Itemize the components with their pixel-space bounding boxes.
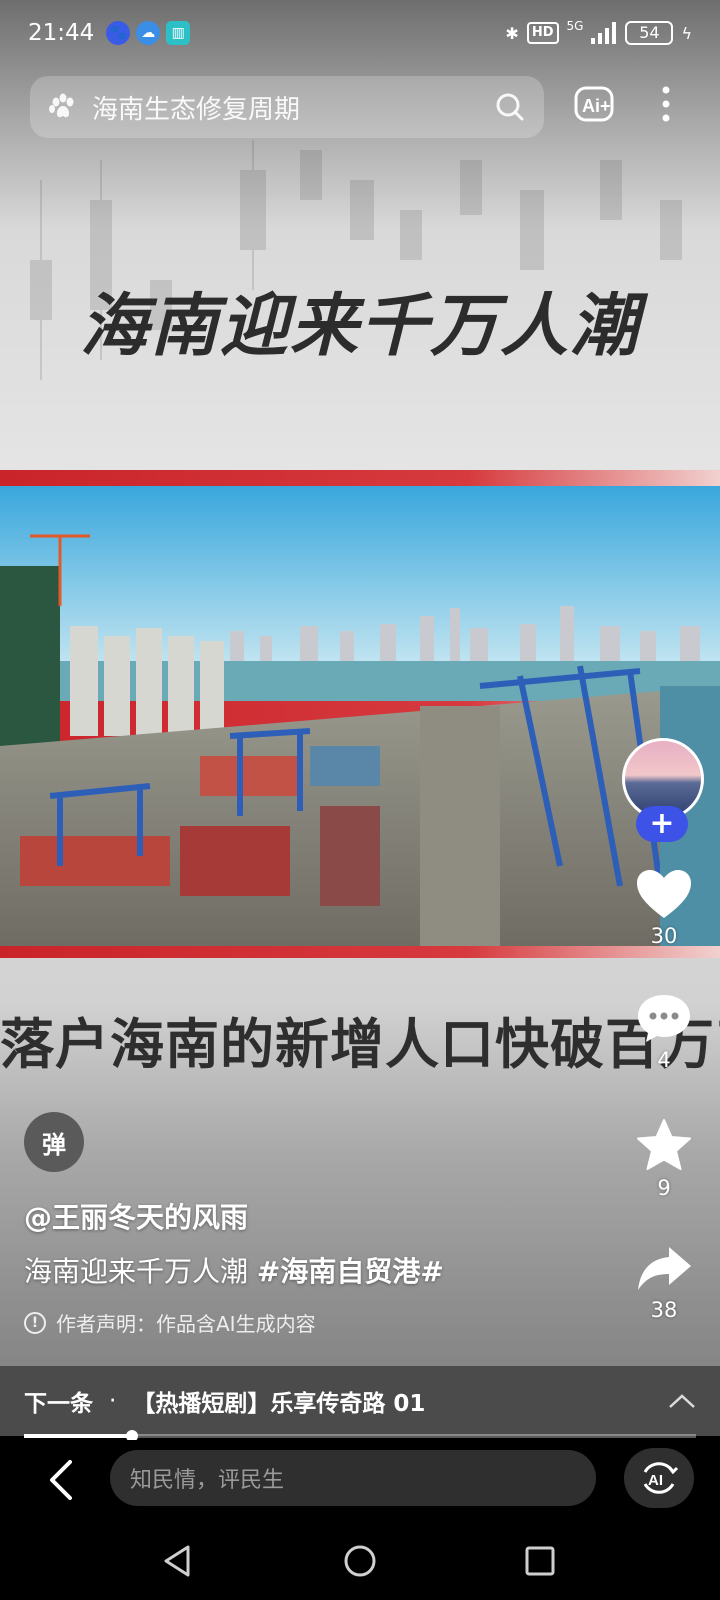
share-icon [638,1247,691,1290]
playback-progress[interactable] [24,1430,696,1442]
ai-assistant-label: AI [648,1472,663,1489]
comment-icon [638,995,690,1042]
back-icon[interactable] [44,1458,76,1502]
network-label: 5G [566,19,584,33]
video-title: 海南迎来千万人潮 [79,287,640,366]
comment-count: 4 [657,1048,671,1072]
ai-assistant-icon: AI [643,1462,679,1494]
star-icon [637,1119,691,1170]
next-title: 【热播短剧】乐享传奇路 01 [132,1391,426,1417]
author-badge[interactable]: 弹 [24,1112,84,1172]
trash-icon: ▥ [166,21,191,45]
notification-icons: 🐾 ☁ ▥ [106,21,191,45]
search-bar[interactable]: 海南生态修复周期 [30,76,544,138]
hd-icon: HD [526,22,559,44]
like-count: 30 [650,924,678,948]
heart-icon [637,870,691,918]
search-query: 海南生态修复周期 [92,94,301,125]
signal-icon [591,22,617,44]
progress-fill [24,1434,132,1438]
video-description: 海南迎来千万人潮 #海南自贸港# [24,1250,444,1290]
notice-text: 作者声明：作品含AI生成内容 [56,1312,316,1336]
next-video-bar[interactable]: 下一条 · 【热播短剧】乐享传奇路 01 [0,1366,720,1436]
favorite-count: 9 [657,1176,671,1200]
follow-button[interactable]: + [636,806,688,842]
baidu-paw-icon: 🐾 [106,21,131,45]
paw-icon [49,93,74,118]
ai-plus-icon[interactable]: Ai+ [574,84,618,124]
system-nav-bar [0,1520,720,1600]
ai-content-notice: ! 作者声明：作品含AI生成内容 [24,1308,316,1337]
bluetooth-icon: ✱ [505,23,519,43]
share-button[interactable]: 38 [626,1244,702,1322]
next-label: 下一条 [24,1391,93,1417]
like-button[interactable]: 30 [626,868,702,948]
comment-placeholder: 知民情，评民生 [130,1468,285,1493]
favorite-button[interactable]: 9 [626,1118,702,1200]
more-icon[interactable] [658,84,674,124]
info-icon: ! [24,1311,46,1334]
chevron-up-icon[interactable] [668,1393,696,1409]
description-text: 海南迎来千万人潮 [24,1255,257,1288]
battery-indicator: 54 [625,21,674,45]
search-icon[interactable] [494,91,526,123]
video-caption: 落户海南的新增人口快破百万了 [0,1013,720,1076]
share-count: 38 [650,1298,678,1322]
status-time: 21:44 [28,20,95,46]
cloud-icon: ☁ [136,21,161,45]
port-aerial-image [0,486,720,946]
comment-input[interactable]: 知民情，评民生 [110,1450,596,1506]
charging-icon: ϟ [681,23,692,43]
ai-plus-label: Ai+ [582,96,611,116]
next-separator: · [109,1388,117,1414]
nav-home-icon[interactable] [343,1544,377,1578]
creator-avatar[interactable]: + [622,738,704,842]
comment-button[interactable]: 4 [626,992,702,1072]
author-name[interactable]: @王丽冬天的风雨 [24,1196,248,1236]
bottom-comment-bar: 知民情，评民生 AI [0,1440,720,1520]
status-bar: 21:44 🐾 ☁ ▥ ✱ HD 5G 54 ϟ [0,0,720,66]
nav-back-icon[interactable] [160,1544,194,1578]
hashtag-link[interactable]: #海南自贸港# [257,1255,444,1288]
nav-recents-icon[interactable] [523,1544,557,1578]
ai-assistant-button[interactable]: AI [624,1448,694,1508]
